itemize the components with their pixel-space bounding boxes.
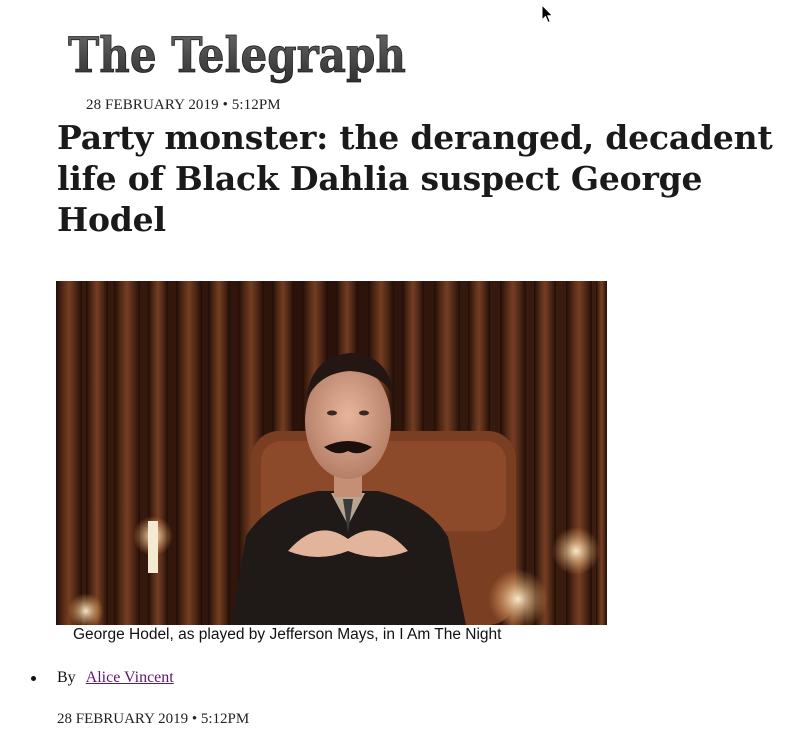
byline-list: By Alice Vincent (0, 667, 174, 689)
byline-prefix: By (57, 669, 76, 686)
logo-text: The Telegraph (68, 26, 406, 84)
image-caption: George Hodel, as played by Jefferson May… (73, 626, 502, 643)
byline: By Alice Vincent (0, 667, 174, 689)
mouse-pointer-icon (541, 4, 554, 24)
article-dateline-bottom: 28 FEBRUARY 2019 • 5:12PM (57, 711, 250, 727)
article-headline: Party monster: the deranged, decadent li… (57, 118, 773, 239)
article-image (56, 281, 607, 625)
telegraph-logo[interactable]: The Telegraph (66, 22, 411, 84)
bullet-dot (31, 676, 36, 681)
author-link[interactable]: Alice Vincent (86, 669, 174, 686)
article-dateline-top: 28 FEBRUARY 2019 • 5:12PM (86, 97, 281, 113)
